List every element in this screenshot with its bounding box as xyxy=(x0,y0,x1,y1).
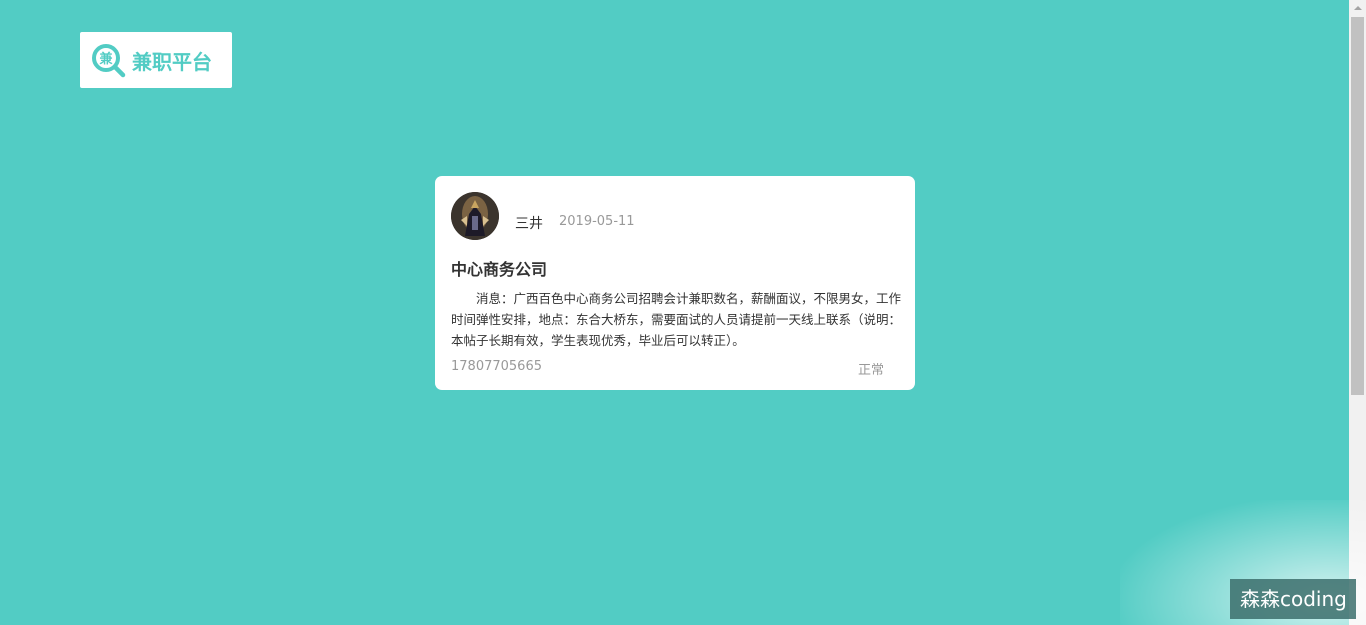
scroll-up-arrow-icon[interactable] xyxy=(1349,0,1366,17)
logo-icon-char: 兼 xyxy=(99,51,113,67)
logo[interactable]: 兼 兼职平台 xyxy=(80,32,232,88)
post-body: 消息：广西百色中心商务公司招聘会计兼职数名，薪酬面议，不限男女，工作时间弹性安排… xyxy=(451,291,902,348)
contact-phone: 17807705665 xyxy=(451,359,542,374)
post-date: 2019-05-11 xyxy=(559,214,635,229)
avatar-image xyxy=(451,192,499,240)
user-avatar[interactable] xyxy=(451,192,499,240)
watermark: 森森coding xyxy=(1230,579,1356,619)
logo-magnifier-icon: 兼 xyxy=(92,44,126,78)
status-badge: 正常 xyxy=(858,363,885,378)
job-post-card[interactable]: 三井 2019-05-11 中心商务公司 消息：广西百色中心商务公司招聘会计兼职… xyxy=(435,176,915,390)
logo-text: 兼职平台 xyxy=(132,50,212,74)
post-title[interactable]: 中心商务公司 xyxy=(451,256,547,280)
post-username[interactable]: 三井 xyxy=(515,213,543,233)
scrollbar-thumb[interactable] xyxy=(1351,17,1364,395)
